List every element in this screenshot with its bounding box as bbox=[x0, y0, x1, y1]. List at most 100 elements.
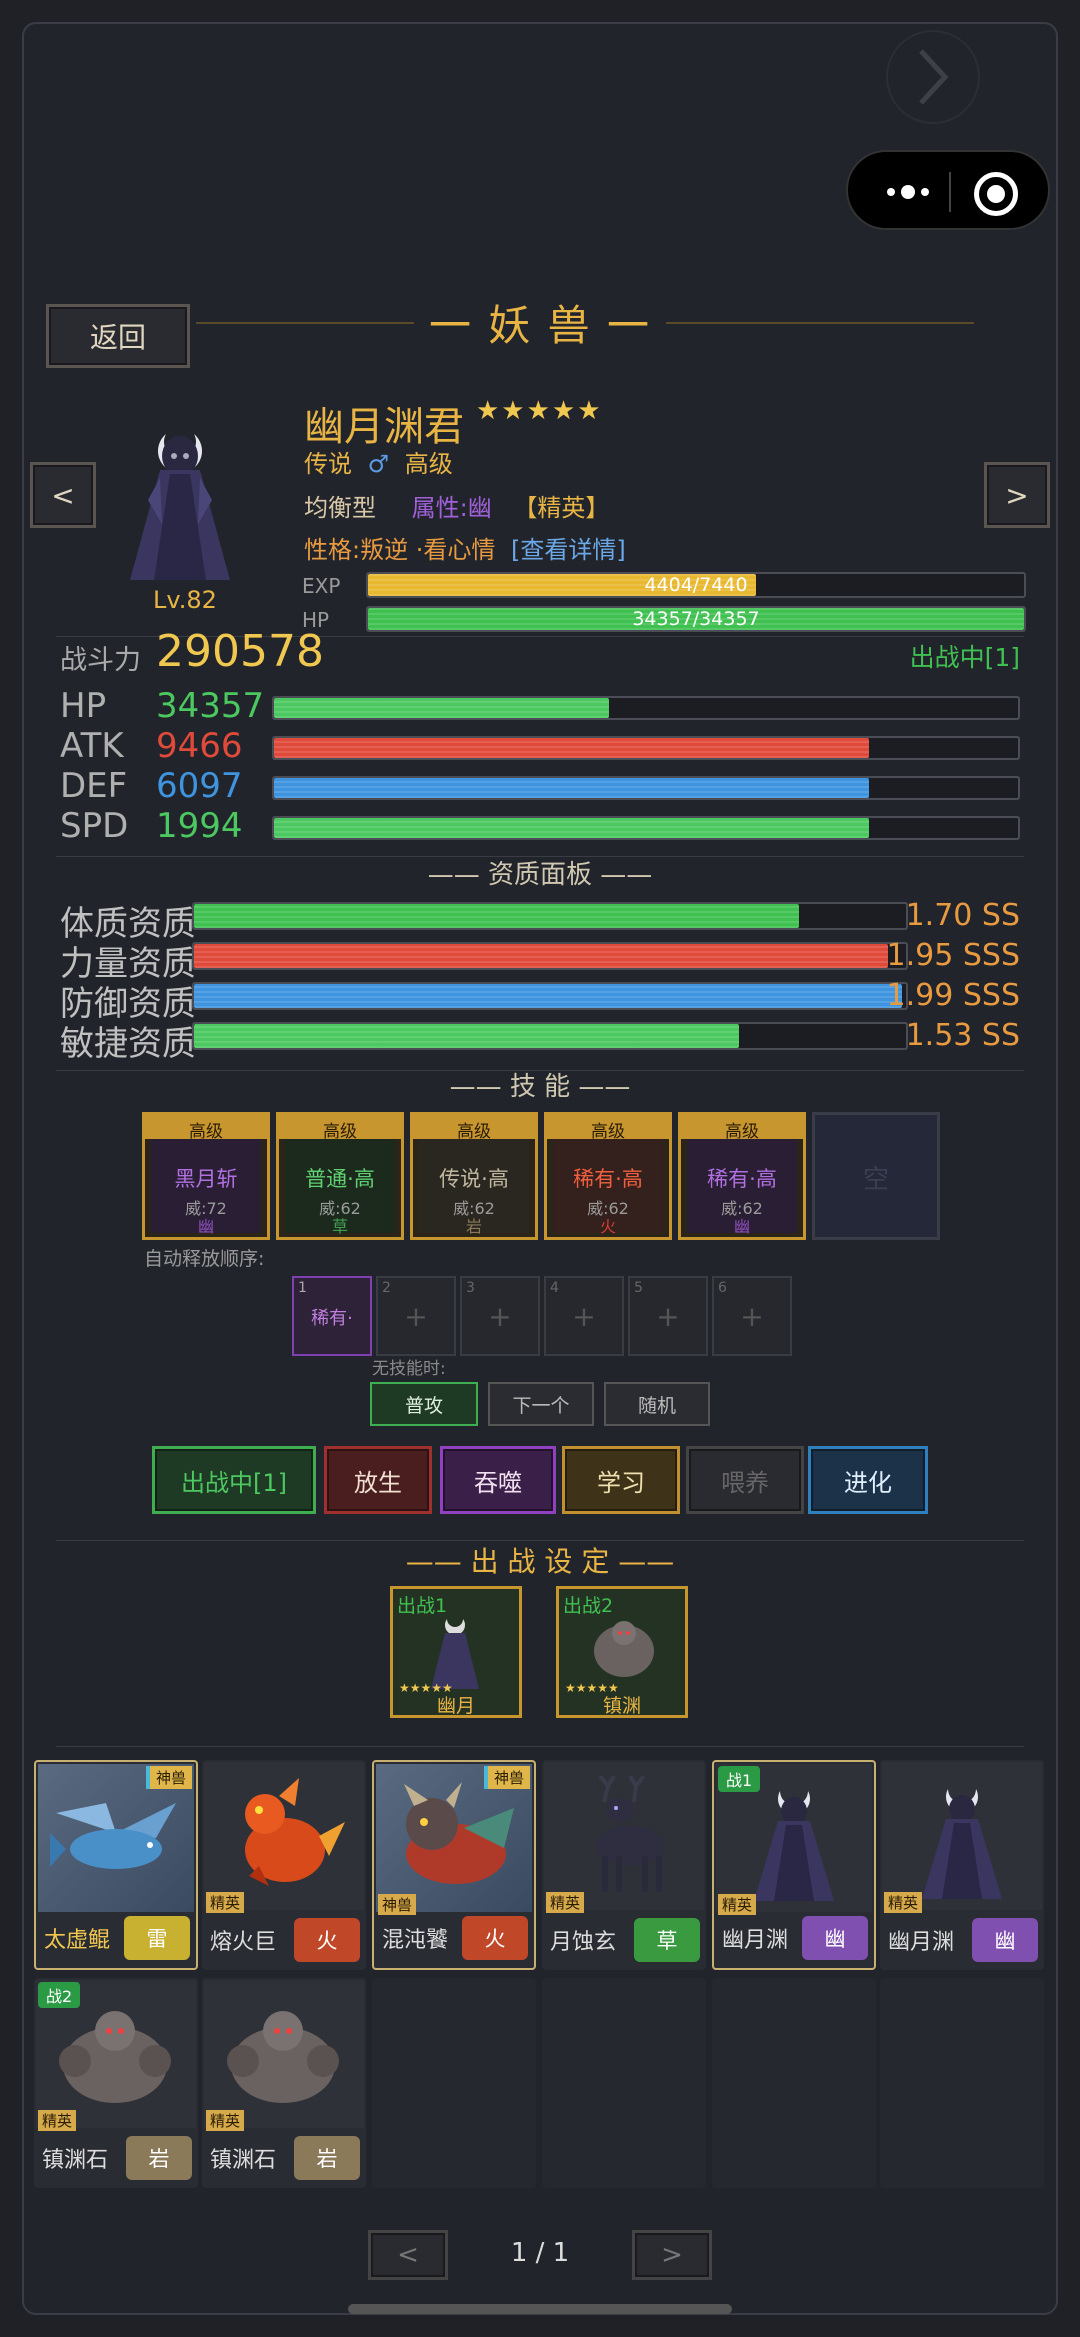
aptitude-value: 1.53 SS bbox=[905, 1018, 1020, 1053]
pet-card[interactable]: 神兽 太虚鲲雷 bbox=[34, 1760, 198, 1970]
slot-content: 稀有· bbox=[311, 1308, 353, 1329]
battle-slot-2[interactable]: 出战2 ★★★★★ 镇渊 bbox=[556, 1586, 688, 1718]
battle-slot-name: 镇渊 bbox=[602, 1695, 641, 1717]
action-button[interactable]: 进化 bbox=[808, 1446, 928, 1514]
forward-button[interactable] bbox=[886, 30, 980, 124]
fish-sprite bbox=[50, 1803, 176, 1869]
fallback-normal-attack[interactable]: 普攻 bbox=[370, 1382, 478, 1426]
stat-bar bbox=[272, 816, 1020, 840]
pet-card[interactable]: 精英 镇渊石岩 bbox=[202, 1978, 366, 2188]
skill-name: 稀有·高 bbox=[707, 1167, 777, 1191]
pet-card[interactable]: 战1 精英 幽月渊幽 bbox=[712, 1760, 876, 1970]
next-pet-button[interactable]: > bbox=[984, 462, 1050, 528]
rank-badge: 精英 bbox=[546, 1892, 585, 1913]
more-dots-icon[interactable] bbox=[878, 176, 938, 208]
battle-status: 出战中[1] bbox=[909, 643, 1020, 672]
auto-order-slot[interactable]: 4 + bbox=[544, 1276, 624, 1356]
skill-slot[interactable]: 高级 稀有·高 威:62 幽 bbox=[678, 1112, 806, 1240]
pet-card[interactable]: 神兽 神兽 混沌饕火 bbox=[372, 1760, 536, 1970]
divine-badge: 神兽 bbox=[483, 1766, 530, 1789]
skill-slot[interactable]: 高级 传说·高 威:62 岩 bbox=[410, 1112, 538, 1240]
slot-number: 6 bbox=[718, 1280, 727, 1296]
stat-value: 6097 bbox=[156, 766, 243, 806]
aptitude-bar bbox=[192, 902, 908, 930]
pet-card[interactable]: 精英 月蚀玄草 bbox=[542, 1760, 706, 1970]
rank-badge: 精英 bbox=[718, 1894, 757, 1915]
aptitude-value: 1.99 SSS bbox=[886, 978, 1020, 1013]
page-next-button[interactable]: > bbox=[632, 2230, 712, 2280]
auto-order-slot[interactable]: 1 稀有· bbox=[292, 1276, 372, 1356]
aptitude-value: 1.95 SSS bbox=[886, 938, 1020, 973]
stat-bar-fill bbox=[274, 818, 870, 838]
rank-badge: 精英 bbox=[884, 1892, 923, 1913]
pet-type-line: 均衡型 属性:幽 【精英】 bbox=[304, 488, 609, 523]
power-value: 290578 bbox=[156, 626, 324, 677]
pet-stars: ★★★★★ bbox=[476, 396, 603, 426]
slot-number: 3 bbox=[466, 1280, 475, 1296]
skill-slot[interactable]: 高级 普通·高 威:62 草 bbox=[276, 1112, 404, 1240]
aptitude-bar bbox=[192, 1022, 908, 1050]
pet-card-name: 混沌饕 bbox=[382, 1928, 449, 1953]
skill-card: 稀有·高 威:62 幽 bbox=[687, 1139, 797, 1236]
prev-pet-button[interactable]: < bbox=[30, 462, 96, 528]
skill-element: 岩 bbox=[465, 1217, 482, 1236]
pet-card[interactable]: 战2 精英 镇渊石岩 bbox=[34, 1978, 198, 2188]
stat-bar-fill bbox=[274, 778, 870, 798]
skill-name: 稀有·高 bbox=[573, 1167, 643, 1191]
fallback-random[interactable]: 随机 bbox=[604, 1382, 710, 1426]
skill-slot[interactable]: 高级 稀有·高 威:62 火 bbox=[544, 1112, 672, 1240]
skill-card: 稀有·高 威:62 火 bbox=[553, 1139, 663, 1236]
page-prev-button[interactable]: < bbox=[368, 2230, 448, 2280]
back-button[interactable]: 返回 bbox=[46, 304, 190, 368]
skill-element: 幽 bbox=[197, 1217, 214, 1236]
skill-slot[interactable]: 高级 黑月斩 威:72 幽 bbox=[142, 1112, 270, 1240]
skill-card: 普通·高 威:62 草 bbox=[285, 1139, 395, 1236]
aptitude-title: —— 资质面板 —— bbox=[427, 860, 653, 890]
rank-badge: 神兽 bbox=[378, 1894, 417, 1915]
empty-pet-slot bbox=[712, 1978, 876, 2188]
rank-badge: 精英 bbox=[206, 1892, 245, 1913]
cloak-sprite bbox=[922, 1789, 1002, 1899]
pet-card-image bbox=[882, 1762, 1042, 1910]
auto-order-slot[interactable]: 3 + bbox=[460, 1276, 540, 1356]
target-circle-icon[interactable] bbox=[974, 172, 1018, 216]
battle-slot-1[interactable]: 出战1 ★★★★★ 幽月 bbox=[390, 1586, 522, 1718]
pet-card-element: 幽 bbox=[802, 1916, 868, 1960]
pet-card-name: 太虚鲲 bbox=[44, 1928, 111, 1953]
stat-label: HP bbox=[60, 686, 107, 726]
action-button[interactable]: 喂养 bbox=[686, 1446, 804, 1514]
pet-card-element: 幽 bbox=[972, 1918, 1038, 1962]
stat-bar bbox=[272, 776, 1020, 800]
pet-card-element: 火 bbox=[462, 1916, 528, 1960]
pet-card-name: 熔火巨 bbox=[210, 1930, 277, 1955]
stat-label: SPD bbox=[60, 806, 129, 846]
slot-content: + bbox=[740, 1300, 764, 1333]
details-link[interactable]: [查看详情] bbox=[511, 536, 626, 564]
action-button[interactable]: 出战中[1] bbox=[152, 1446, 316, 1514]
auto-order-slot[interactable]: 5 + bbox=[628, 1276, 708, 1356]
chevron-right-icon bbox=[919, 49, 949, 105]
action-button[interactable]: 放生 bbox=[324, 1446, 432, 1514]
skill-slot-empty[interactable]: 空 bbox=[812, 1112, 940, 1240]
slot-content: + bbox=[572, 1300, 596, 1333]
skill-name: 传说·高 bbox=[439, 1167, 509, 1191]
auto-order-slot[interactable]: 2 + bbox=[376, 1276, 456, 1356]
dragon-sprite bbox=[245, 1778, 345, 1886]
page-indicator: 1 / 1 bbox=[510, 2238, 570, 2268]
pet-card[interactable]: 精英 幽月渊幽 bbox=[880, 1760, 1044, 1970]
pet-card[interactable]: 精英 熔火巨火 bbox=[202, 1760, 366, 1970]
aptitude-bar-fill bbox=[194, 984, 903, 1008]
rank-badge: 精英 bbox=[38, 2110, 77, 2131]
divine-badge: 神兽 bbox=[145, 1766, 192, 1789]
skill-card: 传说·高 威:62 岩 bbox=[419, 1139, 529, 1236]
golem-sprite bbox=[227, 2011, 339, 2103]
title-divider-left bbox=[196, 322, 414, 324]
slot-content: + bbox=[404, 1300, 428, 1333]
deer-sprite bbox=[596, 1776, 664, 1892]
fallback-next[interactable]: 下一个 bbox=[488, 1382, 594, 1426]
battle-badge: 战1 bbox=[718, 1766, 761, 1792]
action-button[interactable]: 吞噬 bbox=[440, 1446, 556, 1514]
action-button[interactable]: 学习 bbox=[562, 1446, 680, 1514]
auto-order-slot[interactable]: 6 + bbox=[712, 1276, 792, 1356]
aptitude-value: 1.70 SS bbox=[905, 898, 1020, 933]
